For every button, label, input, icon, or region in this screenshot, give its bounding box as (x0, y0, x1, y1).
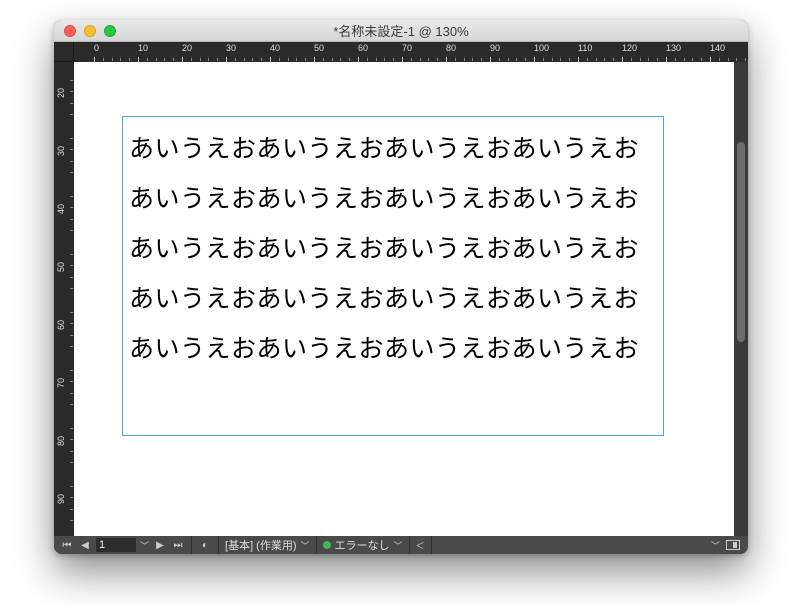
text-frame[interactable]: あいうえおあいうえおあいうえおあいうえおあいうえおあいうえおあいうえおあいうえお… (122, 116, 664, 436)
ruler-h-label: 50 (314, 43, 344, 53)
style-label[interactable]: [基本] (作業用) ﹀ (219, 536, 317, 554)
window-title: *名称未設定-1 @ 130% (54, 21, 748, 40)
ruler-v-label: 90 (56, 474, 66, 504)
screen-mode-icon[interactable] (726, 540, 740, 550)
ruler-h-label: 0 (94, 43, 124, 53)
ruler-v-label: 20 (56, 68, 66, 98)
ruler-h-label: 70 (402, 43, 432, 53)
preflight-dropdown-icon[interactable]: ﹀ (394, 539, 403, 552)
app-window: *名称未設定-1 @ 130% 0 10 20 30 40 50 60 70 80 90 100 11… (54, 20, 748, 554)
ruler-h-label: 60 (358, 43, 388, 53)
ruler-vertical[interactable]: 20 30 40 50 60 70 80 90 (54, 62, 74, 536)
ruler-h-label: 20 (182, 43, 212, 53)
ruler-h-label: 10 (138, 43, 168, 53)
close-icon[interactable] (64, 25, 76, 37)
ruler-h-label: 110 (578, 43, 608, 53)
ruler-v-label: 70 (56, 358, 66, 388)
canvas[interactable]: あいうえおあいうえおあいうえおあいうえおあいうえおあいうえおあいうえおあいうえお… (74, 62, 734, 536)
dialog-icon: ◐ (198, 538, 212, 552)
last-page-icon[interactable]: ⏭ (171, 538, 185, 552)
preflight-menu-icon: ＜ (416, 539, 425, 552)
ruler-v-label: 60 (56, 300, 66, 330)
ruler-v-label: 50 (56, 242, 66, 272)
page-nav: ⏮ ◀ ﹀ ▶ ⏭ (54, 536, 192, 554)
ruler-h-label: 130 (666, 43, 696, 53)
ruler-h-label: 90 (490, 43, 520, 53)
ruler-v-label: 80 (56, 416, 66, 446)
traffic-lights (54, 25, 116, 37)
ruler-h-label: 140 (710, 43, 740, 53)
ruler-h-label: 100 (534, 43, 564, 53)
error-label: エラーなし (335, 537, 390, 553)
next-page-icon[interactable]: ▶ (153, 538, 167, 552)
ruler-h-label: 40 (270, 43, 300, 53)
zoom-icon[interactable] (104, 25, 116, 37)
statusbar-more-icon[interactable]: ﹀ (711, 539, 720, 552)
ruler-horizontal[interactable]: 0102030405060708090100110120130140150 (74, 42, 748, 62)
ruler-v-label: 30 (56, 126, 66, 156)
style-text: [基本] (作業用) (225, 537, 297, 553)
ruler-origin[interactable] (54, 42, 74, 62)
open-dialog-button[interactable]: ◐ (192, 536, 219, 554)
page-dropdown-icon[interactable]: ﹀ (140, 539, 149, 552)
prev-page-icon[interactable]: ◀ (78, 538, 92, 552)
style-dropdown-icon[interactable]: ﹀ (301, 539, 310, 552)
ruler-v-label: 40 (56, 184, 66, 214)
workspace: 0102030405060708090100110120130140150 20… (54, 42, 748, 536)
scrollbar-vertical[interactable] (734, 62, 748, 536)
ruler-h-label: 120 (622, 43, 652, 53)
status-ok-icon (323, 541, 331, 549)
first-page-icon[interactable]: ⏮ (60, 538, 74, 552)
titlebar: *名称未設定-1 @ 130% (54, 20, 748, 42)
ruler-h-label: 30 (226, 43, 256, 53)
scrollbar-thumb[interactable] (737, 142, 745, 342)
minimize-icon[interactable] (84, 25, 96, 37)
page-number-input[interactable] (96, 538, 136, 552)
text-content[interactable]: あいうえおあいうえおあいうえおあいうえおあいうえおあいうえおあいうえおあいうえお… (123, 117, 663, 375)
preflight-menu[interactable]: ＜ (410, 536, 432, 554)
preflight-status[interactable]: エラーなし ﹀ (317, 536, 410, 554)
ruler-h-label: 80 (446, 43, 476, 53)
statusbar: ⏮ ◀ ﹀ ▶ ⏭ ◐ [基本] (作業用) ﹀ エラーなし ﹀ ＜ ﹀ (54, 536, 748, 554)
